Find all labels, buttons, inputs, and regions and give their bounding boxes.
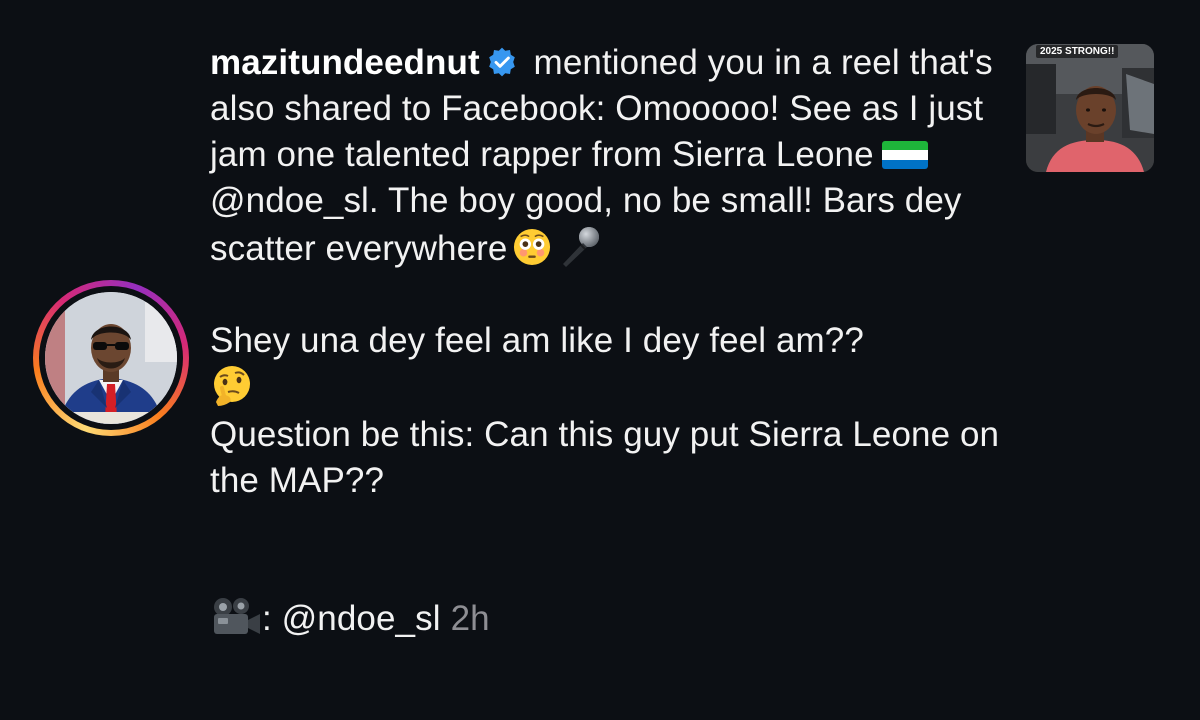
username-link[interactable]: mazitundeednut	[210, 43, 480, 82]
flushed-face-emoji-icon	[514, 228, 551, 266]
thumbnail-caption: 2025 STRONG!!	[1036, 45, 1119, 58]
credit-line: : @ndoe_sl 2h	[210, 596, 1000, 642]
notification-item[interactable]: mazitundeednut mentioned you in a reel t…	[0, 0, 1200, 720]
sierra-leone-flag-icon	[881, 141, 928, 169]
movie-camera-emoji-icon	[214, 598, 260, 634]
microphone-emoji-icon	[563, 227, 600, 267]
avatar-image	[45, 292, 177, 424]
avatar-story-ring[interactable]	[33, 280, 189, 436]
mention-link[interactable]: @ndoe_sl.	[210, 181, 379, 220]
avatar[interactable]	[45, 292, 177, 424]
reel-thumbnail-image	[1026, 44, 1154, 172]
avatar-ring-gap	[39, 286, 183, 430]
notification-text: mazitundeednut mentioned you in a reel t…	[210, 40, 1000, 642]
caption-line-3: Shey una dey feel am like I dey feel am?…	[210, 321, 864, 360]
reel-thumbnail[interactable]: 2025 STRONG!!	[1026, 44, 1154, 172]
caption-paragraph-2: Shey una dey feel am like I dey feel am?…	[210, 318, 1000, 412]
caption-paragraph-3: Question be this: Can this guy put Sierr…	[210, 412, 1000, 504]
verified-badge-icon	[488, 47, 515, 77]
notification-header: mazitundeednut mentioned you in a reel t…	[210, 40, 1000, 272]
timestamp: 2h	[450, 599, 490, 638]
caption-line-4: Question be this: Can this guy put Sierr…	[210, 415, 1000, 500]
credit-mention-link[interactable]: : @ndoe_sl	[262, 599, 441, 638]
thinking-face-emoji-icon	[214, 366, 250, 406]
